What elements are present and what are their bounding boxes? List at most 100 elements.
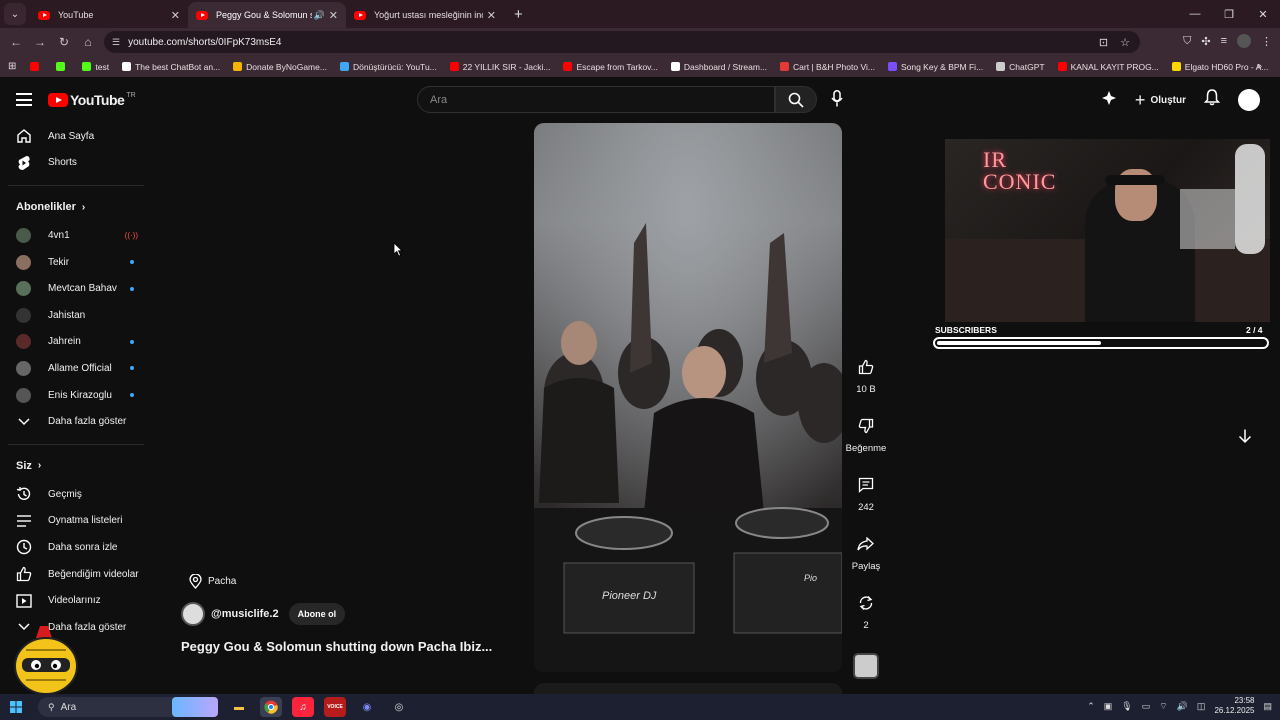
extensions-icon[interactable]: ✣ <box>1201 35 1210 48</box>
create-button[interactable]: + Oluştur <box>1135 90 1186 111</box>
bookmark-item[interactable]: Escape from Tarkov... <box>563 62 658 72</box>
search-button[interactable] <box>775 86 817 113</box>
start-button[interactable] <box>0 701 32 713</box>
back-icon[interactable]: ← <box>4 35 28 49</box>
menu-icon[interactable] <box>16 93 32 110</box>
obs-icon[interactable]: ◎ <box>388 697 410 717</box>
home-button-icon[interactable]: ⌂ <box>76 35 100 49</box>
share-button[interactable]: Paylaş <box>852 533 880 592</box>
location-tag[interactable]: Pacha <box>189 574 236 589</box>
account-avatar[interactable] <box>1238 89 1260 111</box>
tab-yogurt[interactable]: Yoğurt ustası mesleğinin inceli ✕ <box>346 2 504 28</box>
short-title[interactable]: Peggy Gou & Solomun shutting down Pacha … <box>181 639 492 654</box>
taskbar-search[interactable]: ⚲ Ara <box>38 697 188 717</box>
sidebar-item-playlists[interactable]: Oynatma listeleri <box>0 508 152 535</box>
tray-overflow-icon[interactable]: ⌃ <box>1087 701 1095 712</box>
apps-grid-icon[interactable]: ⊞ <box>8 61 16 72</box>
file-explorer-icon[interactable]: ▬ <box>228 697 250 717</box>
sidebar-subscription-item[interactable]: Enis Kirazoglu <box>0 382 152 409</box>
sound-avatar[interactable] <box>853 653 879 679</box>
tab-close-icon[interactable]: ✕ <box>171 9 180 22</box>
restore-icon[interactable]: ❐ <box>1212 0 1246 28</box>
chrome-icon[interactable] <box>260 697 282 717</box>
shield-extension-icon[interactable]: ⛉ <box>1183 35 1191 48</box>
address-bar[interactable]: ☰ youtube.com/shorts/0IFpK73msE4 ⊡ ☆ <box>104 31 1140 53</box>
tray-mic-icon[interactable]: 🎙 <box>1121 701 1132 712</box>
discord-icon[interactable]: ◉ <box>356 697 378 717</box>
reload-icon[interactable]: ↻ <box>52 35 76 49</box>
bookmark-item[interactable]: Dönüştürücü: YouTu... <box>339 62 437 72</box>
bookmark-item[interactable]: Donate ByNoGame... <box>233 62 327 72</box>
bookmark-star-icon[interactable]: ☆ <box>1120 36 1130 49</box>
youtube-logo[interactable]: YouTube TR <box>48 92 136 108</box>
site-info-icon[interactable]: ☰ <box>112 37 120 48</box>
bookmark-item[interactable]: Song Key & BPM Fi... <box>887 62 983 72</box>
search-input[interactable]: Ara <box>417 86 775 113</box>
close-window-icon[interactable]: ✕ <box>1246 0 1280 28</box>
you-heading[interactable]: Siz › <box>0 451 152 481</box>
like-count: 10 B <box>856 384 876 395</box>
clock[interactable]: 23:58 26.12.2025 <box>1214 696 1254 716</box>
bookmark-item[interactable] <box>56 62 69 71</box>
notifications-icon[interactable] <box>1203 89 1221 111</box>
voice-search-button[interactable] <box>831 90 843 112</box>
sidebar-subscription-item[interactable]: Jahistan <box>0 302 152 329</box>
network-icon[interactable]: ⌔ <box>1159 701 1167 712</box>
like-button[interactable]: 10 B <box>856 356 876 415</box>
profile-icon[interactable] <box>1237 34 1251 48</box>
tray-display-icon[interactable]: ▭ <box>1142 701 1151 712</box>
bookmark-item[interactable]: Dashboard / Stream... <box>670 62 767 72</box>
dislike-button[interactable]: Beğenme <box>846 415 886 474</box>
apple-music-icon[interactable]: ♫ <box>292 697 314 717</box>
channel-avatar[interactable] <box>181 602 205 626</box>
notifications-center-icon[interactable]: ▤ <box>1263 701 1272 712</box>
sidebar-subscription-item[interactable]: 4vn1 ((·)) <box>0 222 152 249</box>
widgets-icon[interactable] <box>172 697 218 717</box>
bookmark-item[interactable]: 22 YILLIK SIR - Jacki... <box>449 62 550 72</box>
sidebar-item-shorts[interactable]: Shorts <box>0 150 152 177</box>
bookmark-item[interactable]: Cart | B&H Photo Vi... <box>780 62 875 72</box>
sidebar-subscription-item[interactable]: Jahrein <box>0 329 152 356</box>
show-more-subscriptions[interactable]: Daha fazla göster <box>0 408 152 435</box>
bookmark-item[interactable]: The best ChatBot an... <box>122 62 220 72</box>
bookmark-item[interactable]: KANAL KAYIT PROG... <box>1057 62 1159 72</box>
sidebar-item-watch-later[interactable]: Daha sonra izle <box>0 534 152 561</box>
minimize-icon[interactable]: — <box>1178 0 1212 28</box>
install-app-icon[interactable]: ⊡ <box>1099 36 1108 49</box>
subscribe-button[interactable]: Abone ol <box>288 603 346 625</box>
sidebar-subscription-item[interactable]: Mevtcan Bahav <box>0 275 152 302</box>
sidebar-subscription-item[interactable]: Allame Official <box>0 355 152 382</box>
bookmark-item[interactable] <box>30 62 43 71</box>
sidebar-subscription-item[interactable]: Tekir <box>0 249 152 276</box>
tab-search-button[interactable]: ⌄ <box>4 3 26 25</box>
bookmark-item[interactable]: ChatGPT <box>996 62 1045 72</box>
media-control-icon[interactable]: ≡ <box>1221 35 1227 47</box>
tab-short-active[interactable]: Peggy Gou & Solomun shu 🔊 ✕ <box>188 2 346 28</box>
bookmark-item[interactable]: test <box>82 62 109 72</box>
taskbar-search-icon: ⚲ <box>48 701 55 712</box>
ai-sparkle-icon[interactable] <box>1101 90 1117 111</box>
next-short-button[interactable] <box>1237 428 1253 449</box>
forward-icon[interactable]: → <box>28 35 52 49</box>
tray-extra-icon[interactable]: ◫ <box>1197 701 1206 712</box>
sidebar-item-liked[interactable]: Beğendiğim videolar <box>0 561 152 588</box>
sidebar-item-your-videos[interactable]: Videolarınız <box>0 587 152 614</box>
tray-app-icon[interactable]: ▣ <box>1104 701 1113 712</box>
tab-youtube[interactable]: YouTube ✕ <box>30 2 188 28</box>
short-video-player[interactable]: Pioneer DJ Pio <box>534 123 842 672</box>
browser-menu-icon[interactable]: ⋮ <box>1261 35 1272 48</box>
subscriptions-heading[interactable]: Abonelikler › <box>0 192 152 222</box>
bookmark-item[interactable]: Elgato HD60 Pro - A... <box>1171 62 1268 72</box>
tab-close-icon[interactable]: ✕ <box>487 9 496 22</box>
channel-name[interactable]: @musiclife.2 <box>211 608 279 620</box>
remix-button[interactable]: 2 <box>858 592 874 651</box>
sidebar-item-history[interactable]: Geçmiş <box>0 481 152 508</box>
sidebar-item-home[interactable]: Ana Sayfa <box>0 123 152 150</box>
bookmarks-overflow-icon[interactable]: » <box>1256 61 1262 72</box>
voicemeeter-icon[interactable]: VOICE <box>324 697 346 717</box>
audio-playing-icon[interactable]: 🔊 <box>314 10 325 21</box>
volume-icon[interactable]: 🔊 <box>1177 701 1188 712</box>
comments-button[interactable]: 242 <box>858 474 874 533</box>
tab-close-icon[interactable]: ✕ <box>329 9 338 22</box>
new-tab-button[interactable]: + <box>514 6 523 23</box>
